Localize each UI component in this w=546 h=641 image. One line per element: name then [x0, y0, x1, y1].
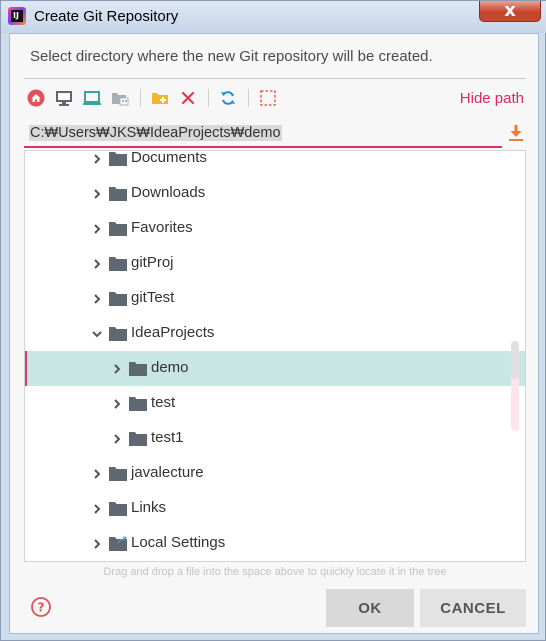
- toolbar-separator: [140, 89, 141, 107]
- ok-button[interactable]: OK: [326, 589, 414, 627]
- scrollbar-thumb[interactable]: [511, 341, 519, 379]
- tree-row[interactable]: test1: [25, 421, 525, 456]
- refresh-icon[interactable]: [216, 86, 240, 110]
- chevron-right-icon[interactable]: [91, 502, 103, 514]
- tree-row[interactable]: gitTest: [25, 281, 525, 316]
- divider: [24, 78, 526, 79]
- chevron-right-icon[interactable]: [91, 292, 103, 304]
- help-icon[interactable]: ?: [30, 596, 52, 618]
- tree-row[interactable]: test: [25, 386, 525, 421]
- folder-icon: [129, 396, 147, 411]
- delete-icon[interactable]: [176, 86, 200, 110]
- tree-row[interactable]: Links: [25, 491, 525, 526]
- folder-icon: [109, 221, 127, 236]
- tree-row-label: Documents: [131, 150, 207, 166]
- folder-icon: [129, 431, 147, 446]
- dialog-description: Select directory where the new Git repos…: [30, 48, 433, 65]
- module-icon[interactable]: [108, 86, 132, 110]
- folder-icon: [109, 256, 127, 271]
- tree-row[interactable]: gitProj: [25, 246, 525, 281]
- tree-row-label: Favorites: [131, 219, 193, 236]
- path-row: C:₩Users₩JKS₩IdeaProjects₩demo: [24, 120, 526, 148]
- toggle-hidden-icon[interactable]: [256, 86, 280, 110]
- tree-row-label: javalecture: [131, 464, 204, 481]
- folder-icon: [129, 361, 147, 376]
- path-input[interactable]: C:₩Users₩JKS₩IdeaProjects₩demo: [24, 120, 502, 148]
- close-button[interactable]: x: [479, 1, 541, 22]
- folder-icon: [109, 466, 127, 481]
- hide-path-link[interactable]: Hide path: [460, 90, 524, 107]
- download-icon[interactable]: [506, 122, 526, 144]
- cancel-button[interactable]: CANCEL: [420, 589, 526, 627]
- tree-row-label: test1: [151, 429, 184, 446]
- chevron-right-icon[interactable]: [111, 362, 123, 374]
- toolbar-separator: [248, 89, 249, 107]
- tree-row-label: Links: [131, 499, 167, 516]
- tree-row[interactable]: javalecture: [25, 456, 525, 491]
- tree-row[interactable]: Documents: [25, 150, 525, 176]
- chevron-right-icon[interactable]: [111, 432, 123, 444]
- folder-icon: [109, 291, 127, 306]
- window-title: Create Git Repository: [34, 8, 179, 25]
- title-bar[interactable]: IJ Create Git Repository x: [1, 1, 546, 33]
- tree-row-label: gitTest: [131, 289, 175, 306]
- svg-text:?: ?: [38, 601, 45, 615]
- tree-row-label: demo: [151, 359, 189, 376]
- chevron-right-icon[interactable]: [111, 397, 123, 409]
- chevron-right-icon[interactable]: [91, 537, 103, 549]
- tree-row[interactable]: Local Settings: [25, 526, 525, 561]
- chevron-right-icon[interactable]: [91, 187, 103, 199]
- tree-row[interactable]: Downloads: [25, 176, 525, 211]
- chevron-right-icon[interactable]: [91, 257, 103, 269]
- project-icon[interactable]: [80, 86, 104, 110]
- new-folder-icon[interactable]: [148, 86, 172, 110]
- tree-row[interactable]: IdeaProjects: [25, 316, 525, 351]
- file-chooser-toolbar: [24, 86, 324, 110]
- tree-row-label: IdeaProjects: [131, 324, 215, 341]
- directory-tree[interactable]: Documents Downloads Favorites gitProj gitTes…: [24, 150, 526, 562]
- intellij-logo-icon: IJ: [8, 7, 26, 25]
- tree-row[interactable]: demo: [25, 351, 525, 386]
- chevron-right-icon[interactable]: [91, 467, 103, 479]
- tree-row-label: Local Settings: [131, 534, 226, 551]
- desktop-icon[interactable]: [52, 86, 76, 110]
- drag-drop-hint: Drag and drop a file into the space abov…: [103, 566, 447, 578]
- toolbar-separator: [208, 89, 209, 107]
- tree-row-label: test: [151, 394, 176, 411]
- dialog-content: Select directory where the new Git repos…: [9, 33, 539, 634]
- tree-row-label: gitProj: [131, 254, 174, 271]
- shortcut-folder-icon: [109, 536, 127, 551]
- folder-icon: [109, 151, 127, 166]
- folder-icon: [109, 501, 127, 516]
- tree-row-label: Downloads: [131, 184, 206, 201]
- dialog-window: IJ Create Git Repository x Select direct…: [0, 0, 546, 641]
- tree-row[interactable]: Favorites: [25, 211, 525, 246]
- chevron-right-icon[interactable]: [91, 152, 103, 164]
- folder-icon: [109, 186, 127, 201]
- home-icon[interactable]: [24, 86, 48, 110]
- folder-icon: [109, 326, 127, 341]
- path-input-value: C:₩Users₩JKS₩IdeaProjects₩demo: [29, 125, 282, 141]
- chevron-down-icon[interactable]: [91, 327, 103, 339]
- chevron-right-icon[interactable]: [91, 222, 103, 234]
